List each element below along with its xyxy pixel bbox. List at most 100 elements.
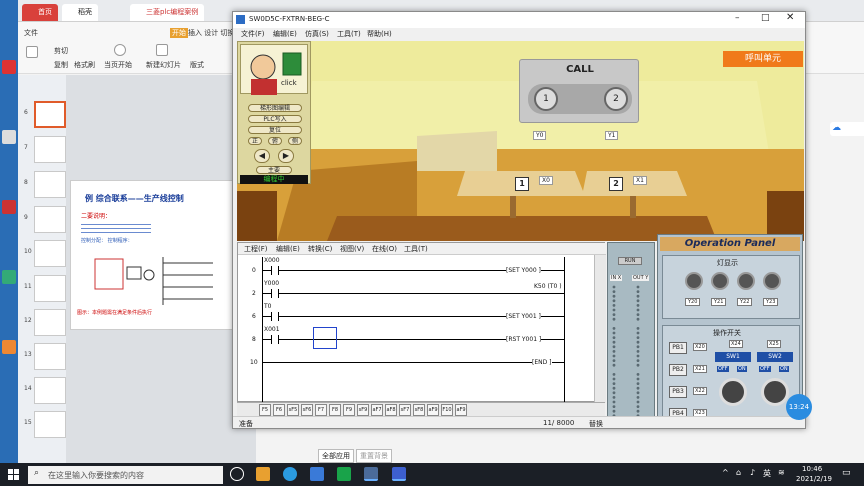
app-icon[interactable]: [310, 467, 324, 481]
minimize-icon[interactable]: –: [735, 13, 740, 23]
view-top-button[interactable]: 俯: [268, 137, 282, 145]
ladder-menu-convert[interactable]: 转换(C): [308, 244, 332, 254]
function-key[interactable]: sF9: [357, 404, 369, 416]
menu-help[interactable]: 帮助(H): [367, 29, 392, 39]
slide-thumb[interactable]: [34, 171, 66, 198]
paste-icon[interactable]: [26, 46, 38, 58]
cloud-float-icon[interactable]: ☁: [830, 122, 864, 136]
tab-docer[interactable]: 稻壳: [62, 4, 98, 21]
menu-tools[interactable]: 工具(T): [337, 29, 361, 39]
menu-edit[interactable]: 编辑(E): [273, 29, 297, 39]
next-arrow-icon[interactable]: ▶: [278, 149, 294, 163]
ladder-menu-online[interactable]: 在线(O): [372, 244, 397, 254]
table-2-button[interactable]: 2: [609, 177, 623, 191]
function-key[interactable]: F9: [343, 404, 355, 416]
tab-start[interactable]: 开始: [170, 28, 188, 38]
ladder-menu-view[interactable]: 视图(V): [340, 244, 364, 254]
call-button-2[interactable]: 2: [604, 87, 628, 111]
desktop-app-icon[interactable]: [2, 60, 16, 74]
table-1-button[interactable]: 1: [515, 177, 529, 191]
desktop-app-icon[interactable]: [2, 270, 16, 284]
network-icon[interactable]: ⌂: [736, 468, 741, 477]
pb1-button[interactable]: PB1: [669, 342, 687, 354]
function-key[interactable]: F10: [441, 404, 453, 416]
view-front-button[interactable]: 正: [248, 137, 262, 145]
call-button-1[interactable]: 1: [534, 87, 558, 111]
function-key[interactable]: sF7: [399, 404, 411, 416]
wps-task-icon[interactable]: [392, 467, 406, 481]
file-explorer-icon[interactable]: [256, 467, 270, 481]
new-slide-icon[interactable]: [156, 44, 168, 56]
ladder-edit-button[interactable]: 梯形图编辑: [248, 104, 302, 112]
close-icon[interactable]: ✕: [786, 12, 794, 23]
main-button[interactable]: 主要: [256, 166, 292, 174]
new-slide-button[interactable]: 新建幻灯片: [146, 60, 181, 70]
view-side-button[interactable]: 侧: [288, 137, 302, 145]
ladder-menu-project[interactable]: 工程(F): [244, 244, 268, 254]
task-view-icon[interactable]: [230, 467, 244, 481]
recording-time-badge[interactable]: 13:24: [786, 394, 812, 420]
desktop-app-icon[interactable]: [2, 340, 16, 354]
maximize-icon[interactable]: □: [761, 13, 770, 23]
wifi-icon[interactable]: ≋: [778, 468, 785, 477]
call-unit-button[interactable]: 呼叫单元: [723, 51, 803, 67]
function-key[interactable]: aF8: [385, 404, 397, 416]
slide-thumb[interactable]: [34, 343, 66, 370]
pb3-button[interactable]: PB3: [669, 386, 687, 398]
reset-background-button[interactable]: 重置背景: [356, 449, 392, 463]
tab-home[interactable]: 首页: [22, 4, 58, 21]
tab-document[interactable]: 三菱plc编程案例: [130, 4, 205, 21]
desktop-app-icon[interactable]: [2, 200, 16, 214]
from-current-button[interactable]: 当页开始: [104, 60, 132, 70]
function-key[interactable]: aF9: [455, 404, 467, 416]
layout-button[interactable]: 版式: [190, 60, 204, 70]
function-key[interactable]: F8: [329, 404, 341, 416]
reset-button[interactable]: 复位: [248, 126, 302, 134]
simulator-task-icon[interactable]: [364, 467, 378, 481]
slide-thumb[interactable]: [34, 136, 66, 163]
play-icon[interactable]: [114, 44, 126, 56]
clock-time[interactable]: 10:46: [802, 465, 822, 473]
slide-thumb[interactable]: [34, 275, 66, 302]
volume-icon[interactable]: ♪: [750, 468, 755, 477]
copy-button[interactable]: 复制: [54, 60, 68, 70]
function-key[interactable]: F5: [259, 404, 271, 416]
slide-thumb[interactable]: [34, 411, 66, 438]
slide-thumb[interactable]: [34, 377, 66, 404]
ladder-scrollbar[interactable]: [594, 255, 606, 403]
function-key[interactable]: F6: [273, 404, 285, 416]
slide-thumb[interactable]: [34, 101, 66, 128]
app-icon[interactable]: [337, 467, 351, 481]
menu-simulate[interactable]: 仿真(S): [305, 29, 329, 39]
edge-icon[interactable]: [283, 467, 297, 481]
plc-write-button[interactable]: PLC写入: [248, 115, 302, 123]
current-slide[interactable]: 例 综合联系——生产线控制 二要说明： 控制分配： 控制程序： 图示：本例题需在…: [70, 180, 235, 330]
prev-arrow-icon[interactable]: ◀: [254, 149, 270, 163]
cut-button[interactable]: 剪切: [54, 46, 68, 56]
function-key[interactable]: F7: [315, 404, 327, 416]
function-key[interactable]: sF6: [301, 404, 313, 416]
tab-insert-design[interactable]: 插入 设计 切换: [188, 28, 234, 38]
apply-all-button[interactable]: 全部应用: [318, 449, 354, 463]
ladder-grid[interactable]: 0 X000 [SET Y000 ] 2 Y000 K50 (T0 ) 6 T0…: [238, 255, 568, 403]
ime-indicator[interactable]: 英: [763, 468, 771, 479]
windows-start-icon[interactable]: [8, 469, 19, 480]
pb2-button[interactable]: PB2: [669, 364, 687, 376]
function-key[interactable]: aF7: [371, 404, 383, 416]
clock-date[interactable]: 2021/2/19: [796, 475, 832, 483]
ladder-menu-edit[interactable]: 编辑(E): [276, 244, 300, 254]
slide-thumb[interactable]: [34, 240, 66, 267]
function-key[interactable]: sF5: [287, 404, 299, 416]
ladder-menu-tools[interactable]: 工具(T): [404, 244, 428, 254]
sw1-rotary-knob[interactable]: [719, 378, 747, 406]
desktop-app-icon[interactable]: [2, 130, 16, 144]
menu-file[interactable]: 文件(F): [241, 29, 265, 39]
function-key[interactable]: aF9: [427, 404, 439, 416]
taskbar-search[interactable]: ⌕ 在这里输入你要搜索的内容: [28, 466, 223, 484]
file-menu[interactable]: 文件: [24, 28, 38, 38]
chevron-up-icon[interactable]: ^: [722, 468, 729, 477]
format-painter-button[interactable]: 格式刷: [74, 60, 95, 70]
slide-thumb[interactable]: [34, 309, 66, 336]
slide-thumb[interactable]: [34, 206, 66, 233]
notification-icon[interactable]: ▭: [842, 468, 851, 478]
